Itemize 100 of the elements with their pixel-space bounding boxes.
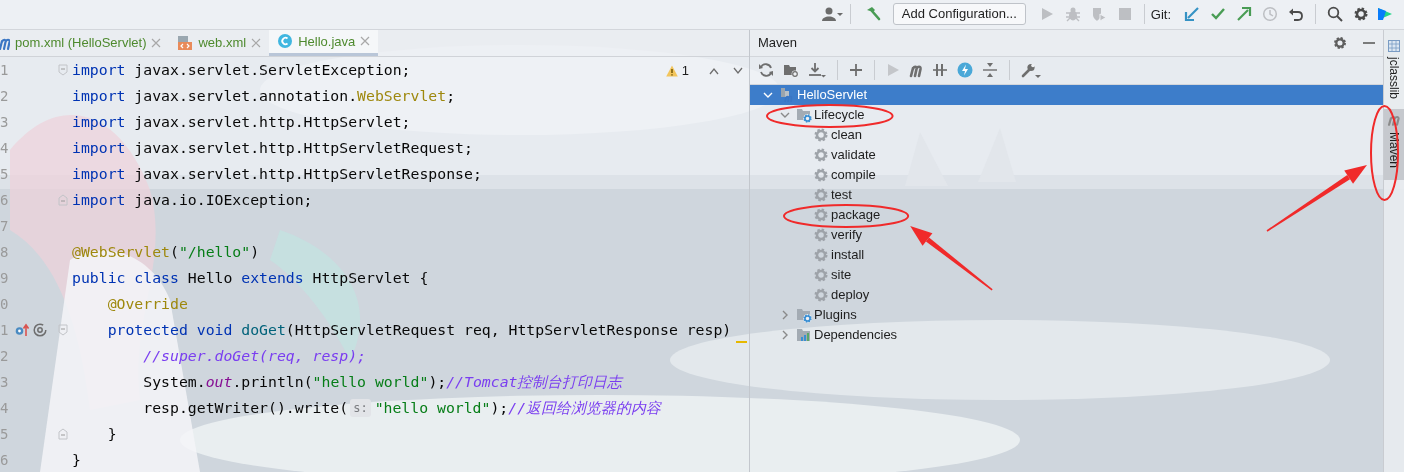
arrow-down-left-icon[interactable] bbox=[1184, 6, 1200, 23]
fold-marker-icon[interactable] bbox=[58, 193, 68, 206]
line-number: 0 bbox=[0, 294, 10, 314]
line-number: 5 bbox=[0, 424, 10, 444]
chevron-up-icon[interactable] bbox=[709, 66, 719, 75]
xml-file-icon bbox=[177, 34, 194, 51]
warning-stripe bbox=[736, 340, 747, 343]
chevron-right-icon[interactable] bbox=[780, 309, 790, 320]
fold-marker-icon[interactable] bbox=[58, 63, 68, 76]
gear-icon[interactable] bbox=[813, 266, 829, 283]
user-icon[interactable] bbox=[821, 6, 836, 23]
side-tab-label: jclasslib bbox=[1386, 56, 1402, 99]
settings-icon[interactable] bbox=[1333, 35, 1347, 50]
code-text: import javax.servlet.ServletException; bbox=[72, 59, 411, 80]
code-text: import javax.servlet.http.HttpServletRequest; bbox=[72, 137, 473, 158]
m-letter-icon[interactable] bbox=[909, 62, 923, 79]
arrow-up-right-icon[interactable] bbox=[1236, 6, 1252, 23]
gear-icon[interactable] bbox=[813, 186, 829, 203]
grid-icon bbox=[1388, 39, 1400, 52]
collapse-icon[interactable] bbox=[982, 62, 998, 79]
line-number: 4 bbox=[0, 398, 10, 418]
tab-label: web.xml bbox=[198, 34, 247, 53]
code-text: System.out.println("hello world");//Tomcat控制台打印日志 bbox=[142, 371, 623, 392]
code-text: import javax.servlet.annotation.WebServlet; bbox=[72, 85, 456, 106]
tree-item[interactable]: Lifecycle bbox=[814, 105, 865, 125]
line-number: 2 bbox=[0, 86, 10, 106]
wrench-icon[interactable] bbox=[1021, 62, 1041, 79]
warning-icon[interactable] bbox=[665, 64, 678, 77]
tree-item[interactable]: verify bbox=[831, 225, 863, 245]
tree-item[interactable]: compile bbox=[831, 165, 876, 185]
line-number: 8 bbox=[0, 242, 10, 262]
chevron-down-icon[interactable] bbox=[733, 66, 743, 75]
tree-item[interactable]: Plugins bbox=[814, 305, 857, 325]
line-number: 9 bbox=[0, 268, 10, 288]
project-folder-icon bbox=[779, 86, 795, 103]
code-text: public class Hello extends HttpServlet { bbox=[72, 267, 429, 288]
line-number: 4 bbox=[0, 138, 10, 158]
add-configuration-button[interactable]: Add Configuration... bbox=[892, 3, 1026, 26]
code-text: import java.io.IOException; bbox=[72, 189, 313, 210]
side-tab-label: Maven bbox=[1386, 131, 1402, 168]
tab-label: pom.xml (HelloServlet) bbox=[15, 34, 147, 53]
undo-arrow-icon[interactable] bbox=[1288, 6, 1304, 23]
tree-item[interactable]: Dependencies bbox=[814, 325, 898, 345]
fold-marker-icon[interactable] bbox=[58, 427, 68, 440]
refresh-icon[interactable] bbox=[758, 62, 774, 79]
selection-highlight[interactable]: HelloServlet bbox=[750, 84, 1383, 105]
fold-marker-icon[interactable] bbox=[58, 323, 68, 336]
skip-tests-icon[interactable] bbox=[932, 62, 948, 79]
tree-item[interactable]: deploy bbox=[831, 285, 870, 305]
panel-title: Maven bbox=[758, 34, 799, 53]
folder-gear-icon bbox=[796, 106, 812, 123]
tree-item[interactable]: clean bbox=[831, 125, 863, 145]
gear-icon[interactable] bbox=[813, 286, 829, 303]
tree-item[interactable]: test bbox=[831, 185, 852, 205]
gear-icon[interactable] bbox=[813, 226, 829, 243]
code-text: import javax.servlet.http.HttpServletResponse; bbox=[72, 163, 482, 184]
side-tab[interactable]: jclasslib bbox=[1384, 35, 1404, 103]
folder-gear-icon bbox=[796, 306, 812, 323]
warning-count[interactable]: 1 bbox=[681, 60, 689, 81]
gear-icon[interactable] bbox=[813, 206, 829, 223]
override-arrow-icon[interactable] bbox=[15, 322, 29, 337]
close-icon[interactable] bbox=[151, 37, 162, 48]
line-number: 3 bbox=[0, 372, 10, 392]
editor-tab[interactable]: pom.xml (HelloServlet) bbox=[0, 29, 170, 56]
folder-refresh-icon[interactable] bbox=[783, 62, 799, 79]
editor-tab[interactable]: web.xml bbox=[169, 29, 270, 56]
code-text: protected void doGet(HttpServletRequest req, HttpServletResponse resp) bbox=[106, 319, 732, 340]
code-text: @WebServlet("/hello") bbox=[72, 241, 260, 262]
code-text: @Override bbox=[106, 293, 188, 314]
gear-icon[interactable] bbox=[813, 146, 829, 163]
gear-icon[interactable] bbox=[813, 126, 829, 143]
tree-item[interactable]: install bbox=[831, 245, 865, 265]
tree-item[interactable]: validate bbox=[831, 145, 876, 165]
close-icon[interactable] bbox=[360, 36, 371, 47]
line-number: 7 bbox=[0, 216, 10, 236]
at-sign-icon[interactable] bbox=[33, 322, 47, 337]
code-text: //super.doGet(req, resp); bbox=[142, 345, 366, 366]
line-number: 3 bbox=[0, 112, 10, 132]
git-label: Git: bbox=[1150, 5, 1171, 24]
gear-icon[interactable] bbox=[813, 166, 829, 183]
search-icon[interactable] bbox=[1327, 6, 1343, 23]
download-icon[interactable] bbox=[808, 62, 826, 79]
lightning-icon[interactable] bbox=[957, 62, 973, 79]
code-text: resp.getWriter().write( bbox=[142, 397, 349, 418]
plus-icon[interactable] bbox=[849, 63, 863, 78]
gear-icon[interactable] bbox=[813, 246, 829, 263]
code-text: } bbox=[106, 423, 117, 444]
line-number: 6 bbox=[0, 450, 10, 470]
editor-tab[interactable]: Hello.java bbox=[269, 29, 379, 56]
tree-item[interactable]: HelloServlet bbox=[797, 85, 868, 105]
line-number: 5 bbox=[0, 164, 10, 184]
tree-item[interactable]: site bbox=[831, 265, 852, 285]
line-number: 1 bbox=[0, 60, 10, 80]
toolbox-logo-icon[interactable] bbox=[1377, 6, 1393, 23]
code-text: import javax.servlet.http.HttpServlet; bbox=[72, 111, 411, 132]
side-tab[interactable]: Maven bbox=[1384, 108, 1404, 180]
close-icon[interactable] bbox=[251, 37, 262, 48]
line-number: 6 bbox=[0, 190, 10, 210]
settings-icon[interactable] bbox=[1353, 6, 1369, 23]
chevron-right-icon[interactable] bbox=[780, 329, 790, 340]
